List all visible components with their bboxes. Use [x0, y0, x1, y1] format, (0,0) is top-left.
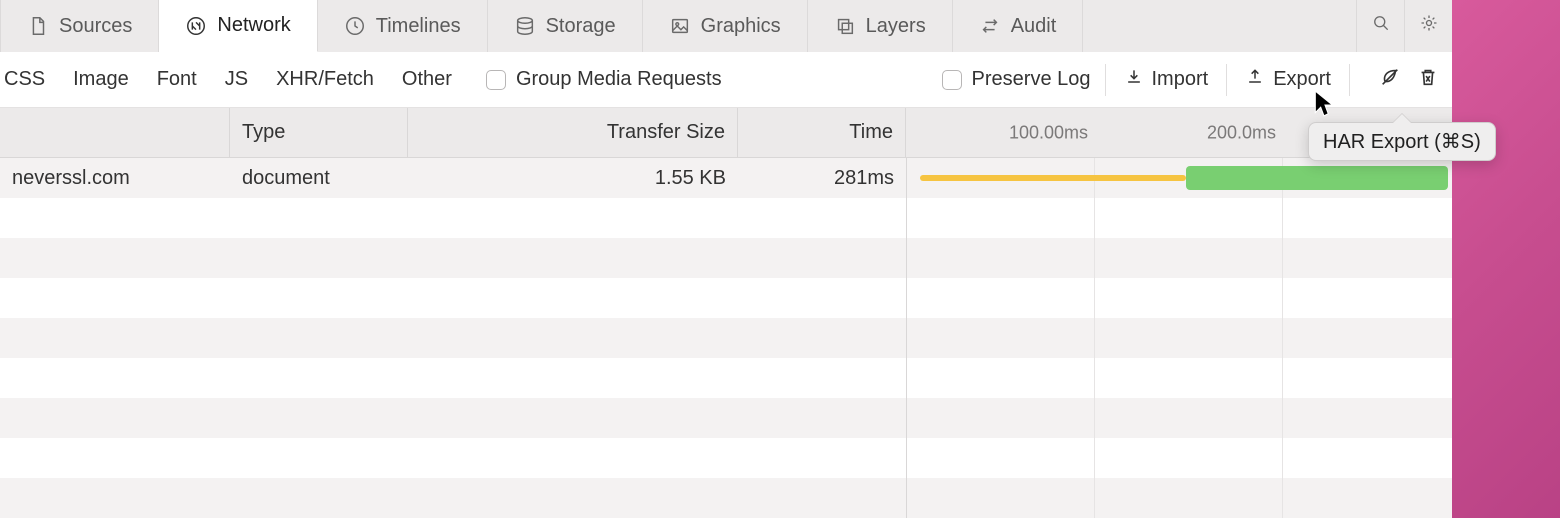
cell-time: 281ms [738, 158, 906, 198]
tab-label: Timelines [376, 15, 461, 38]
column-headers: Type Transfer Size Time 100.00ms 200.0ms [0, 108, 1452, 158]
filter-image[interactable]: Image [73, 68, 129, 91]
tab-label: Sources [59, 15, 132, 38]
filter-js[interactable]: JS [225, 68, 248, 91]
table-row-empty [0, 438, 1452, 478]
database-icon [514, 15, 536, 37]
col-time[interactable]: Time [738, 108, 906, 157]
tab-graphics[interactable]: Graphics [643, 0, 808, 52]
table-row-empty [0, 478, 1452, 518]
table-row-empty [0, 198, 1452, 238]
tab-network[interactable]: Network [159, 0, 317, 52]
filter-group: CSS Image Font JS XHR/Fetch Other [0, 68, 452, 91]
divider [1105, 64, 1106, 96]
preserve-log-checkbox[interactable]: Preserve Log [942, 68, 1091, 91]
clear-button[interactable] [1416, 68, 1440, 92]
tab-label: Audit [1011, 15, 1057, 38]
tab-sources[interactable]: Sources [0, 0, 159, 52]
settings-button[interactable] [1404, 0, 1452, 52]
gear-icon [1419, 13, 1439, 39]
network-toolbar: CSS Image Font JS XHR/Fetch Other Group … [0, 52, 1452, 108]
download-icon [1124, 67, 1144, 93]
disable-cache-button[interactable] [1378, 68, 1402, 92]
request-table: neverssl.com document 1.55 KB 281ms [0, 158, 1452, 518]
filter-font[interactable]: Font [157, 68, 197, 91]
tab-timelines[interactable]: Timelines [318, 0, 488, 52]
table-row-empty [0, 398, 1452, 438]
tick-200: 200.0ms [1207, 122, 1276, 143]
file-icon [27, 15, 49, 37]
group-media-checkbox[interactable]: Group Media Requests [486, 68, 722, 91]
image-icon [669, 15, 691, 37]
divider [1349, 64, 1350, 96]
cell-type: document [230, 158, 408, 198]
clock-icon [344, 15, 366, 37]
export-button[interactable]: Export [1241, 67, 1335, 93]
tab-label: Storage [546, 15, 616, 38]
upload-icon [1245, 67, 1265, 93]
swap-icon [979, 15, 1001, 37]
toolbar-right: Preserve Log Import Export [942, 64, 1440, 96]
layers-icon [834, 15, 856, 37]
group-media-label: Group Media Requests [516, 68, 722, 91]
tick-100: 100.00ms [1009, 122, 1088, 143]
filter-other[interactable]: Other [402, 68, 452, 91]
cell-timeline [906, 158, 1452, 198]
cell-name: neverssl.com [0, 158, 230, 198]
devtools-window: Sources Network Timelines Storage Graphi… [0, 0, 1452, 518]
waterfall-wait-bar [920, 175, 1186, 181]
col-size[interactable]: Transfer Size [408, 108, 738, 157]
search-icon [1371, 13, 1391, 39]
tabbar-tools [1356, 0, 1452, 52]
import-button[interactable]: Import [1120, 67, 1213, 93]
table-row-empty [0, 358, 1452, 398]
tooltip-text: HAR Export (⌘S) [1323, 131, 1481, 153]
filter-xhr[interactable]: XHR/Fetch [276, 68, 374, 91]
export-label: Export [1273, 68, 1331, 91]
waterfall-receive-bar [1186, 166, 1448, 190]
export-tooltip: HAR Export (⌘S) [1308, 122, 1496, 161]
tab-storage[interactable]: Storage [488, 0, 643, 52]
cell-size: 1.55 KB [408, 158, 738, 198]
table-row[interactable]: neverssl.com document 1.55 KB 281ms [0, 158, 1452, 198]
group-media-input[interactable] [486, 70, 506, 90]
tab-label: Layers [866, 15, 926, 38]
tab-label: Network [217, 14, 290, 37]
import-label: Import [1152, 68, 1209, 91]
divider [1226, 64, 1227, 96]
preserve-log-input[interactable] [942, 70, 962, 90]
table-row-empty [0, 238, 1452, 278]
search-button[interactable] [1356, 0, 1404, 52]
col-type[interactable]: Type [230, 108, 408, 157]
tab-bar: Sources Network Timelines Storage Graphi… [0, 0, 1452, 52]
table-row-empty [0, 318, 1452, 358]
preserve-log-label: Preserve Log [972, 68, 1091, 91]
col-name[interactable] [0, 108, 230, 157]
trash-icon [1417, 66, 1439, 94]
desktop-background [1452, 0, 1560, 518]
tab-audit[interactable]: Audit [953, 0, 1084, 52]
filter-css[interactable]: CSS [4, 68, 45, 91]
network-icon [185, 15, 207, 37]
leaf-slash-icon [1379, 66, 1401, 94]
tab-label: Graphics [701, 15, 781, 38]
table-row-empty [0, 278, 1452, 318]
tab-layers[interactable]: Layers [808, 0, 953, 52]
